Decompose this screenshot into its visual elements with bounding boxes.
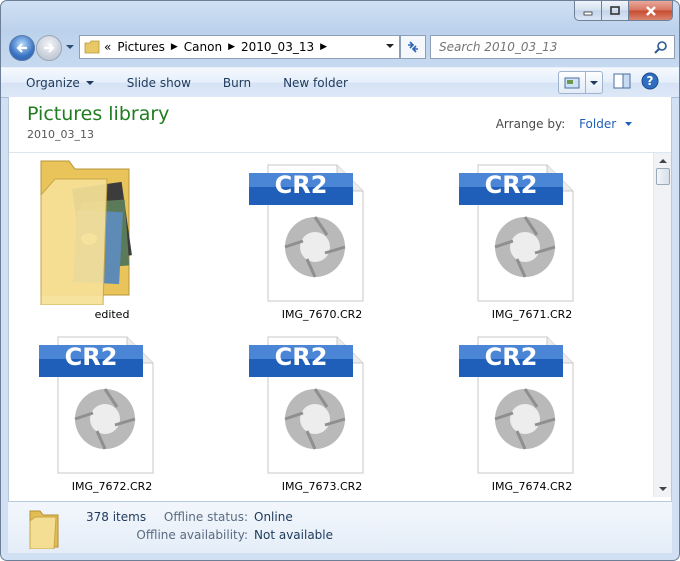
page-title: Pictures library: [27, 103, 170, 125]
offline-availability-value: Not available: [254, 528, 334, 542]
back-button[interactable]: [9, 35, 35, 61]
scrollbar-thumb[interactable]: [656, 168, 670, 185]
maximize-icon: [610, 5, 620, 15]
arrow-right-icon: [44, 43, 55, 53]
file-item-img-7670[interactable]: CR2 IMG_7670.CR2: [227, 155, 417, 323]
breadcrumb-current[interactable]: 2010_03_13 ▶: [241, 40, 327, 54]
chevron-right-icon[interactable]: ▶: [228, 42, 235, 52]
folder-icon: [29, 510, 59, 549]
svg-text:?: ?: [647, 74, 654, 88]
chevron-down-icon: [85, 80, 94, 85]
recent-pages-dropdown[interactable]: [65, 42, 75, 52]
command-bar: Organize Slide show Burn New folder ?: [1, 67, 679, 98]
address-bar[interactable]: « Pictures ▶ Canon ▶ 2010_03_13 ▶: [79, 35, 400, 59]
view-icon[interactable]: [559, 72, 586, 93]
cr2-badge: CR2: [274, 171, 328, 199]
items-grid: edited CR2 IMG_7670.CR2 CR2 IMG_7671.CR2…: [17, 155, 647, 499]
close-icon: [645, 5, 656, 16]
folder-icon: [84, 40, 100, 54]
minimize-icon: [583, 11, 593, 15]
chevron-right-icon[interactable]: ▶: [171, 42, 178, 52]
file-pane: Pictures library 2010_03_13 Arrange by: …: [8, 97, 672, 501]
details-pane: 378 items Offline status: Online Offline…: [8, 501, 672, 553]
file-item-img-7671[interactable]: CR2 IMG_7671.CR2: [437, 155, 627, 323]
slideshow-button[interactable]: Slide show: [111, 68, 207, 97]
help-icon[interactable]: ?: [641, 72, 659, 93]
library-subtitle: 2010_03_13: [27, 128, 94, 141]
search-input[interactable]: [437, 39, 651, 55]
refresh-button[interactable]: [400, 35, 426, 59]
minimize-button[interactable]: [574, 1, 602, 21]
file-item-img-7672[interactable]: CR2 IMG_7672.CR2: [17, 327, 207, 495]
arrow-left-icon: [16, 43, 27, 53]
scroll-down-button[interactable]: [654, 481, 671, 497]
chevron-down-icon: [658, 487, 667, 491]
new-folder-button[interactable]: New folder: [267, 68, 364, 97]
address-dropdown-icon[interactable]: [385, 42, 395, 50]
view-dropdown-icon[interactable]: [586, 72, 602, 93]
breadcrumb-canon[interactable]: Canon ▶: [184, 40, 235, 54]
folder-with-photos-icon: [40, 160, 132, 306]
item-label: IMG_7671.CR2: [491, 308, 573, 321]
cr2-badge: CR2: [484, 343, 538, 371]
search-box[interactable]: [430, 35, 675, 59]
arrange-by: Arrange by: Folder: [496, 117, 633, 131]
item-label: IMG_7670.CR2: [281, 308, 363, 321]
organize-button[interactable]: Organize: [1, 68, 111, 97]
vertical-scrollbar[interactable]: [653, 153, 671, 497]
explorer-window: « Pictures▶ Canon▶ 2010_03_13▶ Organize …: [0, 0, 680, 561]
item-label: IMG_7674.CR2: [491, 480, 573, 493]
chevron-down-icon: [625, 122, 632, 126]
cr2-badge: CR2: [484, 171, 538, 199]
scroll-up-button[interactable]: [654, 153, 671, 169]
toolbar-right: ?: [558, 71, 659, 94]
chevron-right-icon[interactable]: ▶: [320, 42, 327, 52]
burn-button[interactable]: Burn: [207, 68, 267, 97]
refresh-icon: [408, 41, 418, 53]
breadcrumb-pictures[interactable]: Pictures ▶: [117, 40, 177, 54]
search-icon[interactable]: [654, 40, 668, 54]
folder-item-edited[interactable]: edited: [17, 155, 207, 323]
offline-availability-label: Offline availability:: [136, 528, 248, 542]
offline-status-label: Offline status:: [163, 510, 248, 524]
change-view-button[interactable]: [558, 71, 603, 94]
file-item-img-7674[interactable]: CR2 IMG_7674.CR2: [437, 327, 627, 495]
offline-status-value: Online: [254, 510, 293, 524]
navigation-bar: « Pictures ▶ Canon ▶ 2010_03_13 ▶: [9, 33, 675, 61]
item-label: IMG_7673.CR2: [281, 480, 363, 493]
close-button[interactable]: [629, 1, 673, 21]
library-header: Pictures library 2010_03_13 Arrange by: …: [9, 97, 671, 153]
cr2-badge: CR2: [64, 343, 118, 371]
forward-button[interactable]: [36, 35, 62, 61]
chevron-up-icon: [658, 159, 667, 163]
arrange-by-dropdown[interactable]: Folder: [579, 117, 633, 131]
maximize-button[interactable]: [602, 1, 629, 21]
item-label: IMG_7672.CR2: [71, 480, 153, 493]
preview-pane-icon[interactable]: [613, 73, 631, 92]
breadcrumb-overflow[interactable]: «: [104, 40, 111, 54]
caption-buttons: [574, 1, 673, 21]
file-item-img-7673[interactable]: CR2 IMG_7673.CR2: [227, 327, 417, 495]
cr2-badge: CR2: [274, 343, 328, 371]
item-label: edited: [94, 308, 130, 321]
